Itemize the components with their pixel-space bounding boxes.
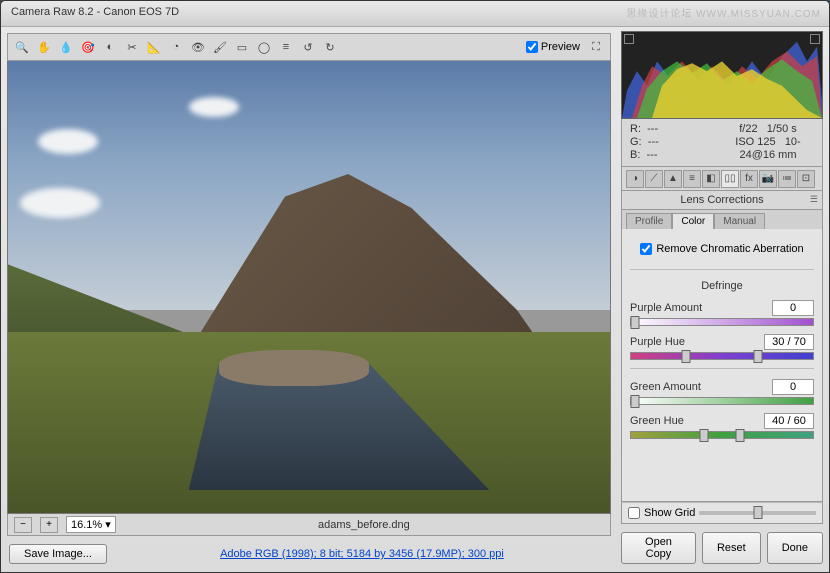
done-button[interactable]: Done bbox=[767, 532, 823, 564]
preview-checkbox-input[interactable] bbox=[526, 41, 538, 53]
purple-hue-field[interactable] bbox=[764, 334, 814, 350]
effects-tab-icon[interactable]: fx bbox=[740, 170, 758, 188]
open-copy-button[interactable]: Open Copy bbox=[621, 532, 696, 564]
graduated-filter-tool-icon[interactable]: ▭ bbox=[232, 37, 252, 57]
grid-slider[interactable] bbox=[699, 511, 816, 515]
shadow-clip-icon[interactable] bbox=[624, 34, 634, 44]
preview-label: Preview bbox=[541, 41, 580, 53]
info-bar: R: --- G: --- B: --- f/22 1/50 s ISO 125… bbox=[621, 119, 823, 167]
tab-manual[interactable]: Manual bbox=[714, 213, 765, 229]
preferences-tool-icon[interactable]: ≡ bbox=[276, 37, 296, 57]
green-hue-row: Green Hue bbox=[630, 413, 814, 439]
defringe-heading: Defringe bbox=[630, 280, 814, 292]
redeye-tool-icon[interactable]: 👁 bbox=[188, 37, 208, 57]
highlight-clip-icon[interactable] bbox=[810, 34, 820, 44]
white-balance-tool-icon[interactable]: 💧 bbox=[56, 37, 76, 57]
remove-ca-row[interactable]: Remove Chromatic Aberration bbox=[630, 243, 814, 255]
purple-amount-slider[interactable] bbox=[630, 318, 814, 326]
tab-color[interactable]: Color bbox=[672, 213, 714, 229]
lens-corrections-tab-icon[interactable]: ▯▯ bbox=[721, 170, 739, 188]
green-hue-label: Green Hue bbox=[630, 415, 684, 427]
purple-hue-row: Purple Hue bbox=[630, 334, 814, 360]
remove-ca-checkbox[interactable] bbox=[640, 243, 652, 255]
purple-amount-field[interactable] bbox=[772, 300, 814, 316]
green-amount-row: Green Amount bbox=[630, 379, 814, 405]
zoom-in-icon[interactable]: + bbox=[40, 517, 58, 533]
crop-tool-icon[interactable]: ✂ bbox=[122, 37, 142, 57]
radial-filter-tool-icon[interactable]: ◯ bbox=[254, 37, 274, 57]
image-preview[interactable] bbox=[7, 61, 611, 514]
watermark-text: 思缘设计论坛 WWW.MISSYUAN.COM bbox=[626, 5, 821, 20]
remove-ca-label: Remove Chromatic Aberration bbox=[656, 243, 803, 255]
hand-tool-icon[interactable]: ✋ bbox=[34, 37, 54, 57]
left-pane: 🔍 ✋ 💧 🎯 ◐ ✂ 📐 ◔ 👁 🖌 ▭ ◯ ≡ ↺ ↻ Preview bbox=[1, 27, 617, 572]
rgb-readout: R: --- G: --- B: --- bbox=[630, 123, 722, 162]
green-amount-label: Green Amount bbox=[630, 381, 701, 393]
histogram-svg bbox=[622, 32, 822, 118]
histogram[interactable] bbox=[621, 31, 823, 119]
panel-tab-strip: ◑ ⟋ ▲ ≡ ◧ ▯▯ fx 📷 ≔ ⊡ bbox=[621, 167, 823, 191]
color-sampler-tool-icon[interactable]: 🎯 bbox=[78, 37, 98, 57]
purple-amount-label: Purple Amount bbox=[630, 302, 702, 314]
save-image-button[interactable]: Save Image... bbox=[9, 544, 107, 564]
rotate-cw-icon[interactable]: ↻ bbox=[320, 37, 340, 57]
tab-profile[interactable]: Profile bbox=[626, 213, 672, 229]
preview-status-bar: − + 16.1% ▾ adams_before.dng bbox=[7, 514, 611, 536]
snapshots-tab-icon[interactable]: ⊡ bbox=[797, 170, 815, 188]
split-tone-tab-icon[interactable]: ◧ bbox=[702, 170, 720, 188]
green-amount-slider[interactable] bbox=[630, 397, 814, 405]
basic-tab-icon[interactable]: ◑ bbox=[626, 170, 644, 188]
zoom-tool-icon[interactable]: 🔍 bbox=[12, 37, 32, 57]
exif-readout: f/22 1/50 s ISO 125 10-24@16 mm bbox=[722, 123, 814, 162]
green-hue-slider[interactable] bbox=[630, 431, 814, 439]
show-grid-checkbox[interactable] bbox=[628, 507, 640, 519]
purple-amount-row: Purple Amount bbox=[630, 300, 814, 326]
top-toolbar: 🔍 ✋ 💧 🎯 ◐ ✂ 📐 ◔ 👁 🖌 ▭ ◯ ≡ ↺ ↻ Preview bbox=[7, 33, 611, 61]
adjustment-brush-tool-icon[interactable]: 🖌 bbox=[210, 37, 230, 57]
right-buttons: Open Copy Reset Done bbox=[621, 524, 823, 566]
photo-content bbox=[8, 61, 610, 513]
content-area: 🔍 ✋ 💧 🎯 ◐ ✂ 📐 ◔ 👁 🖌 ▭ ◯ ≡ ↺ ↻ Preview bbox=[1, 27, 829, 572]
panel-title: Lens Corrections ☰ bbox=[621, 191, 823, 210]
show-grid-bar: Show Grid bbox=[621, 502, 823, 524]
zoom-out-icon[interactable]: − bbox=[14, 517, 32, 533]
filename-label: adams_before.dng bbox=[124, 519, 604, 531]
zoom-select[interactable]: 16.1% ▾ bbox=[66, 516, 116, 533]
window-title: Camera Raw 8.2 - Canon EOS 7D bbox=[11, 6, 179, 18]
calibration-tab-icon[interactable]: 📷 bbox=[759, 170, 777, 188]
workflow-options-link[interactable]: Adobe RGB (1998); 8 bit; 5184 by 3456 (1… bbox=[115, 548, 609, 560]
rotate-ccw-icon[interactable]: ↺ bbox=[298, 37, 318, 57]
green-hue-field[interactable] bbox=[764, 413, 814, 429]
fullscreen-icon[interactable]: ⛶ bbox=[586, 37, 606, 57]
purple-hue-slider[interactable] bbox=[630, 352, 814, 360]
purple-hue-label: Purple Hue bbox=[630, 336, 685, 348]
titlebar: Camera Raw 8.2 - Canon EOS 7D 思缘设计论坛 WWW… bbox=[1, 1, 829, 27]
straighten-tool-icon[interactable]: 📐 bbox=[144, 37, 164, 57]
green-amount-field[interactable] bbox=[772, 379, 814, 395]
camera-raw-window: Camera Raw 8.2 - Canon EOS 7D 思缘设计论坛 WWW… bbox=[0, 0, 830, 573]
presets-tab-icon[interactable]: ≔ bbox=[778, 170, 796, 188]
target-adjust-tool-icon[interactable]: ◐ bbox=[100, 37, 120, 57]
hsl-tab-icon[interactable]: ≡ bbox=[683, 170, 701, 188]
curve-tab-icon[interactable]: ⟋ bbox=[645, 170, 663, 188]
detail-tab-icon[interactable]: ▲ bbox=[664, 170, 682, 188]
lens-subtabs: Profile Color Manual bbox=[621, 210, 823, 229]
bottom-row-left: Save Image... Adobe RGB (1998); 8 bit; 5… bbox=[7, 536, 611, 566]
spot-removal-tool-icon[interactable]: ◔ bbox=[166, 37, 186, 57]
panel-body: Remove Chromatic Aberration Defringe Pur… bbox=[621, 229, 823, 502]
right-pane: R: --- G: --- B: --- f/22 1/50 s ISO 125… bbox=[617, 27, 829, 572]
panel-menu-icon[interactable]: ☰ bbox=[810, 194, 818, 205]
preview-checkbox[interactable]: Preview bbox=[526, 41, 580, 53]
show-grid-label: Show Grid bbox=[644, 507, 695, 519]
reset-button[interactable]: Reset bbox=[702, 532, 761, 564]
